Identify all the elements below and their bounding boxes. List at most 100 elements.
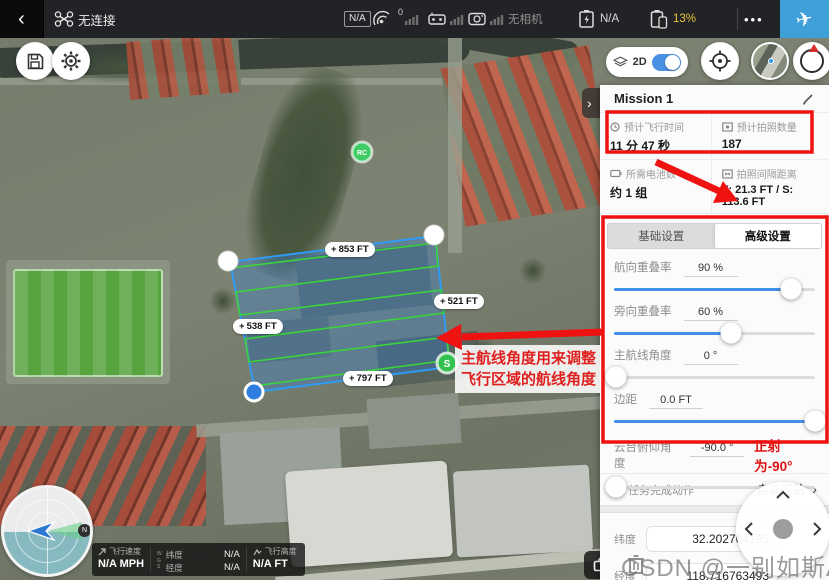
slider-handle[interactable] — [606, 477, 627, 498]
compass-north-badge: N — [78, 524, 91, 537]
drone-icon — [54, 10, 74, 28]
latitude-label: 纬度 — [614, 531, 646, 547]
slider-label: 主航线角度 — [614, 347, 672, 363]
map-building — [366, 393, 461, 449]
map-tree — [210, 288, 236, 314]
front-overlap-slider[interactable] — [614, 279, 815, 301]
stat-photo-interval: 拍照间隔距离 F: 21.3 FT / S: 113.6 FT — [712, 160, 829, 214]
edge-distance-label: +797 FT — [343, 371, 393, 386]
slider-label: 云台俯仰角度 — [614, 439, 678, 471]
rc-battery-icon — [650, 9, 668, 29]
slider-label: 边距 — [614, 391, 637, 407]
telemetry-gps: WGS 纬度N/A 经度N/A — [151, 543, 246, 576]
compass-orientation-button[interactable] — [793, 42, 829, 80]
telemetry-speed: 飞行速度 N/A MPH — [92, 543, 150, 576]
flight-compass: N — [1, 485, 93, 577]
annotation-note-box: 主航线角度用来调整 飞行区域的航线角度 — [455, 345, 603, 393]
telemetry-altitude: 飞行高度 N/A FT — [247, 543, 303, 576]
slider-row-front-overlap: 航向重叠率 90 % — [600, 253, 829, 297]
plus-icon: + — [349, 373, 355, 384]
slider-handle[interactable] — [720, 323, 741, 344]
photo-icon — [722, 122, 733, 132]
map-2d-switch[interactable] — [652, 54, 681, 71]
save-mission-button[interactable] — [16, 42, 54, 80]
signal-bars-icon — [405, 14, 419, 25]
aircraft-battery-icon — [578, 9, 595, 29]
map-soccer-field — [13, 269, 163, 377]
interval-icon — [722, 169, 733, 179]
remote-controller-icon — [428, 11, 446, 26]
top-status-bar: ‹ 无连接 N/A 0 — [0, 0, 829, 38]
takeoff-button[interactable]: ✈ — [780, 0, 829, 38]
mission-stats: 预计飞行时间 11 分 47 秒 预计拍照数量 187 所需 — [600, 113, 829, 214]
slider-value-field[interactable]: 90 % — [684, 262, 738, 277]
nudge-left-button[interactable] — [744, 521, 754, 537]
slider-handle[interactable] — [606, 367, 627, 388]
minimap-thumbnail — [753, 44, 787, 78]
plus-icon: + — [239, 321, 245, 332]
map-building-white — [285, 460, 453, 567]
slider-handle[interactable] — [780, 279, 801, 300]
margin-slider[interactable] — [614, 411, 815, 433]
stat-flight-time: 预计飞行时间 11 分 47 秒 — [600, 113, 712, 160]
route-angle-slider[interactable] — [614, 367, 815, 389]
wgs-label: WGS — [157, 546, 162, 576]
edge-distance-label: +521 FT — [434, 294, 484, 309]
map-mode-toggle[interactable]: 2D — [606, 47, 688, 77]
nudge-right-button[interactable] — [812, 521, 822, 537]
telemetry-bar: 飞行速度 N/A MPH WGS 纬度N/A 经度N/A 飞行高度 N/A FT — [92, 543, 305, 576]
minimap-button[interactable] — [751, 42, 789, 80]
aircraft-battery-value: N/A — [600, 0, 619, 38]
slider-value-field[interactable]: 0.0 FT — [649, 394, 703, 409]
aircraft-heading-arrow — [26, 519, 56, 543]
side-overlap-slider[interactable] — [614, 323, 815, 345]
airplane-icon: ✈ — [794, 5, 816, 33]
gear-icon — [60, 50, 82, 72]
camera-status: 无相机 — [508, 0, 543, 38]
tab-advanced-settings[interactable]: 高级设置 — [715, 224, 822, 248]
map-red-roofs-topright — [440, 45, 613, 226]
signal-bars-icon — [490, 14, 504, 25]
topbar-divider — [737, 8, 738, 30]
chevron-right-icon: › — [587, 95, 592, 111]
edge-distance-label: +853 FT — [325, 242, 375, 257]
slider-value-field[interactable]: 0 ° — [684, 350, 738, 365]
altitude-icon — [253, 548, 262, 556]
stat-battery-count: 所需电池数 约 1 组 — [600, 160, 712, 214]
locate-button[interactable] — [701, 42, 739, 80]
edge-distance-label: +538 FT — [233, 319, 283, 334]
mission-settings-button[interactable] — [52, 42, 90, 80]
stat-photo-count: 预计拍照数量 187 — [712, 113, 829, 160]
more-menu-button[interactable]: ••• — [744, 0, 764, 38]
mission-header: Mission 1 — [600, 85, 829, 113]
map-red-roofs-topleft — [126, 38, 242, 100]
map-building-gray — [453, 465, 593, 558]
map-tree — [520, 258, 546, 284]
rc-battery-value: 13% — [673, 0, 696, 38]
watermark-text: CSDN @一别如斯AA — [621, 548, 829, 580]
clock-icon — [610, 122, 620, 132]
plus-icon: + — [331, 244, 337, 255]
speed-arrow-icon — [98, 548, 106, 556]
map-road-vertical — [448, 38, 462, 253]
save-icon — [26, 52, 45, 71]
camera-icon — [468, 11, 486, 26]
slider-value-field[interactable]: -90.0 ° — [690, 442, 744, 457]
slider-handle[interactable] — [805, 411, 826, 432]
advanced-settings-section: 航向重叠率 90 % 旁向重叠率 60 % — [600, 253, 829, 473]
slider-value-field[interactable]: 60 % — [684, 306, 738, 321]
plus-icon: + — [440, 296, 446, 307]
layers-icon — [613, 56, 628, 69]
satellite-count: 0 — [398, 7, 403, 17]
nudge-center-button[interactable] — [773, 519, 793, 539]
back-button[interactable]: ‹ — [0, 0, 44, 38]
nudge-up-button[interactable] — [775, 490, 791, 500]
edit-pencil-icon[interactable] — [801, 92, 815, 106]
north-triangle — [809, 44, 819, 52]
slider-row-margin: 边距 0.0 FT — [600, 385, 829, 429]
gps-mode-badge: N/A — [344, 11, 371, 27]
app-screen: S RC +853 FT +521 FT +538 FT +797 FT — [0, 0, 829, 580]
tab-basic-settings[interactable]: 基础设置 — [608, 224, 715, 248]
annotation-gimbal-note: 正射为-90° — [754, 435, 815, 475]
minimap-location-dot — [768, 58, 774, 64]
